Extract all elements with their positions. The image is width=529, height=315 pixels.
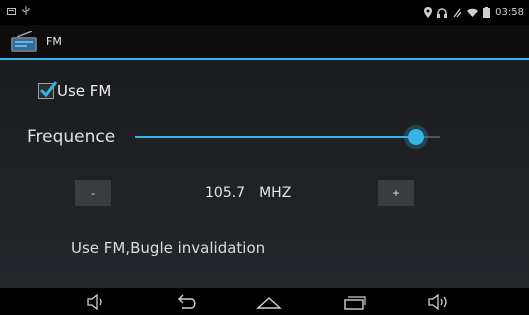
recent-apps-icon[interactable]	[343, 291, 367, 312]
notification-icon	[7, 7, 16, 19]
usb-icon	[22, 6, 30, 19]
app-title: FM	[46, 35, 62, 48]
frequency-unit: MHZ	[259, 185, 292, 201]
volume-up-icon[interactable]	[427, 291, 451, 312]
slider-thumb[interactable]	[408, 129, 424, 145]
status-bar: 03:58	[0, 0, 529, 25]
battery-icon	[483, 7, 491, 18]
slider-track-filled	[135, 136, 416, 138]
home-icon[interactable]	[256, 291, 282, 312]
increase-frequency-button[interactable]: +	[378, 180, 414, 206]
navigation-bar	[0, 288, 529, 315]
slider-track-empty	[424, 136, 440, 138]
signal-icon	[452, 8, 462, 18]
use-fm-checkbox[interactable]	[38, 81, 58, 99]
checkmark-icon	[39, 81, 58, 98]
decrease-frequency-button[interactable]: -	[75, 180, 111, 206]
frequence-label: Frequence	[27, 127, 116, 147]
wifi-icon	[467, 8, 479, 17]
use-fm-option[interactable]: Use FM	[38, 81, 112, 100]
location-icon	[424, 7, 433, 18]
radio-icon[interactable]	[10, 29, 38, 53]
volume-down-icon[interactable]	[86, 291, 106, 312]
frequency-readout: 105.7 MHZ	[205, 185, 291, 201]
action-bar: FM	[0, 25, 529, 60]
headset-icon	[437, 7, 448, 18]
back-icon[interactable]	[174, 291, 198, 312]
fm-settings-panel: Use FM Frequence - 105.7 MHZ + Use FM,Bu…	[0, 60, 529, 288]
frequency-slider[interactable]	[135, 129, 440, 145]
frequency-value: 105.7	[205, 185, 246, 201]
fm-status-message: Use FM,Bugle invalidation	[71, 239, 266, 257]
use-fm-label: Use FM	[57, 82, 112, 100]
clock: 03:58	[495, 7, 524, 18]
